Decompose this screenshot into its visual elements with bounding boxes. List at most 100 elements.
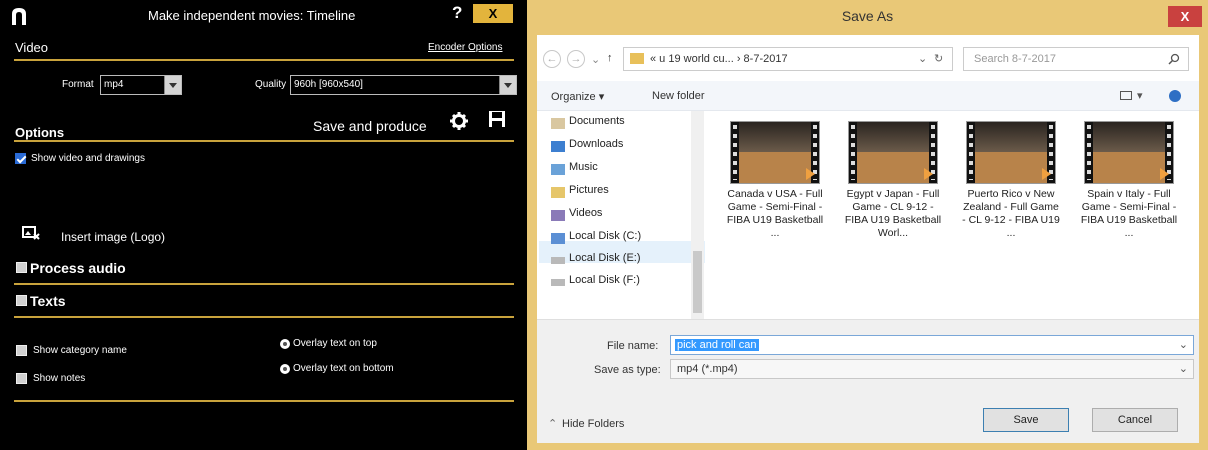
music-icon <box>551 164 565 175</box>
encoder-options-link[interactable]: Encoder Options <box>428 42 503 53</box>
chevron-down-icon[interactable]: ⌄ <box>1179 362 1188 375</box>
nav-item-label: Documents <box>569 115 625 127</box>
video-thumbnail[interactable] <box>966 121 1056 184</box>
overlay-bottom-radio[interactable] <box>280 364 290 374</box>
show-video-checkbox[interactable] <box>15 153 26 164</box>
play-icon <box>806 168 815 180</box>
film-strip-icon <box>1085 122 1093 183</box>
divider <box>14 283 514 285</box>
chevron-down-icon[interactable]: ▾ <box>1137 89 1143 102</box>
video-thumbnail[interactable] <box>1084 121 1174 184</box>
divider <box>14 59 514 61</box>
file-name-caption[interactable]: Puerto Rico v New Zealand - Full Game - … <box>961 188 1061 240</box>
cancel-button[interactable]: Cancel <box>1092 408 1178 432</box>
gear-icon[interactable] <box>450 112 468 130</box>
thumbnail-image <box>857 122 931 152</box>
thumbnail-image <box>1093 152 1167 183</box>
address-bar[interactable]: « u 19 world cu... › 8-7-2017 ⌄ ↻ <box>623 47 953 71</box>
organize-button[interactable]: Organize ▾ <box>551 90 604 103</box>
file-name-label: File name: <box>607 340 659 352</box>
new-folder-button[interactable]: New folder <box>652 90 705 102</box>
nav-scrollbar-thumb[interactable] <box>693 251 702 313</box>
file-name-value: pick and roll can <box>675 339 759 351</box>
documents-icon <box>551 118 565 129</box>
close-button[interactable]: X <box>473 4 513 23</box>
options-section-title: Options <box>15 125 65 140</box>
help-icon[interactable] <box>1169 90 1181 102</box>
video-thumbnail[interactable] <box>848 121 938 184</box>
timeline-window: Make independent movies: Timeline ? X Vi… <box>0 0 527 450</box>
file-name-caption[interactable]: Egypt v Japan - Full Game - CL 9-12 - FI… <box>843 188 943 240</box>
show-category-checkbox[interactable] <box>16 345 27 356</box>
help-button[interactable]: ? <box>452 3 462 23</box>
divider <box>14 400 514 402</box>
search-box[interactable]: Search 8-7-2017 <box>963 47 1189 71</box>
file-name-caption[interactable]: Spain v Italy - Full Game - Semi-Final -… <box>1079 188 1179 240</box>
film-strip-icon <box>849 122 857 183</box>
save-type-label: Save as type: <box>594 364 661 376</box>
forward-icon[interactable]: → <box>567 50 585 68</box>
app-logo-icon <box>12 8 26 25</box>
nav-item-local-disk-e[interactable]: Local Disk (E:) <box>551 252 641 272</box>
hide-folders-button[interactable]: Hide Folders <box>562 418 624 430</box>
search-icon[interactable] <box>1168 53 1180 65</box>
chevron-down-icon[interactable]: ⌄ <box>918 52 927 65</box>
thumbnail-image <box>975 152 1049 183</box>
nav-item-local-disk-c[interactable]: Local Disk (C:) <box>551 230 642 250</box>
nav-item-videos[interactable]: Videos <box>551 207 603 227</box>
video-thumbnail[interactable] <box>730 121 820 184</box>
dialog-toolbar: Organize ▾ New folder ▾ <box>537 81 1199 111</box>
format-select[interactable]: mp4 <box>100 75 182 95</box>
nav-item-label: Videos <box>569 207 603 219</box>
save-type-select[interactable]: mp4 (*.mp4) ⌄ <box>670 359 1194 379</box>
back-icon[interactable]: ← <box>543 50 561 68</box>
nav-item-local-disk-f[interactable]: Local Disk (F:) <box>551 274 640 294</box>
texts-checkbox[interactable] <box>16 295 27 306</box>
navigation-pane: Documents Downloads Music Pictures Video… <box>537 111 707 319</box>
nav-item-pictures[interactable]: Pictures <box>551 184 609 204</box>
dialog-title: Save As <box>841 8 894 24</box>
chevron-up-icon[interactable]: ⌃ <box>548 417 557 430</box>
chevron-down-icon <box>499 76 516 94</box>
file-name-caption[interactable]: Canada v USA - Full Game - Semi-Final - … <box>725 188 825 240</box>
texts-label: Texts <box>30 293 66 309</box>
save-options-area: File name: pick and roll can ⌄ Save as t… <box>537 319 1199 443</box>
insert-image-icon[interactable] <box>22 226 40 240</box>
up-icon[interactable]: ↑ <box>607 52 613 64</box>
file-name-input[interactable]: pick and roll can ⌄ <box>670 335 1194 355</box>
format-value: mp4 <box>104 79 124 90</box>
chevron-down-icon[interactable]: ⌄ <box>591 53 600 66</box>
nav-item-documents[interactable]: Documents <box>551 115 625 135</box>
save-as-dialog: Save As X ← → ⌄ ↑ « u 19 world cu... › 8… <box>527 0 1208 450</box>
save-button[interactable]: Save <box>983 408 1069 432</box>
thumbnail-image <box>857 152 931 183</box>
pictures-icon <box>551 187 565 198</box>
nav-item-label: Local Disk (E:) <box>569 252 641 264</box>
show-video-label: Show video and drawings <box>31 153 145 164</box>
process-audio-checkbox[interactable] <box>16 262 27 273</box>
insert-image-label[interactable]: Insert image (Logo) <box>61 230 165 244</box>
dialog-close-button[interactable]: X <box>1168 6 1202 27</box>
nav-item-label: Downloads <box>569 138 624 150</box>
view-options-icon[interactable] <box>1120 91 1132 100</box>
refresh-icon[interactable]: ↻ <box>934 52 943 65</box>
save-disk-icon[interactable] <box>488 110 506 128</box>
film-strip-icon <box>731 122 739 183</box>
local-disk-icon <box>551 233 565 244</box>
quality-value: 960h [960x540] <box>294 79 363 90</box>
chevron-down-icon[interactable]: ⌄ <box>1179 338 1188 351</box>
overlay-top-radio[interactable] <box>280 339 290 349</box>
process-audio-label: Process audio <box>30 260 126 276</box>
address-path: « u 19 world cu... › 8-7-2017 <box>650 53 788 65</box>
nav-item-music[interactable]: Music <box>551 161 598 181</box>
nav-item-label: Local Disk (C:) <box>569 230 642 242</box>
save-type-value: mp4 (*.mp4) <box>677 363 738 375</box>
nav-item-label: Music <box>569 161 598 173</box>
quality-select[interactable]: 960h [960x540] <box>290 75 517 95</box>
drive-icon <box>551 257 565 264</box>
show-notes-checkbox[interactable] <box>16 373 27 384</box>
window-title: Make independent movies: Timeline <box>148 8 356 23</box>
quality-label: Quality <box>255 79 287 90</box>
nav-item-downloads[interactable]: Downloads <box>551 138 624 158</box>
thumbnail-image <box>739 152 813 183</box>
